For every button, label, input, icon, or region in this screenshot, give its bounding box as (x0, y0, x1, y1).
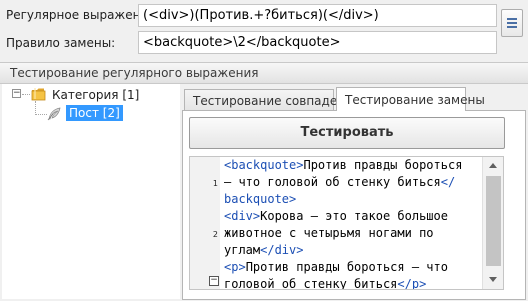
tree-view[interactable]: − Категория [1] Пост [2] (2, 84, 180, 299)
test-button[interactable]: Тестировать (189, 117, 505, 149)
collapse-toggle-icon[interactable]: − (12, 89, 21, 98)
vertical-scrollbar[interactable] (482, 157, 503, 289)
tab-match-testing[interactable]: Тестирование совпадений (184, 89, 361, 111)
list-icon-line (507, 22, 517, 24)
code-text: Против правды бороться – что (245, 260, 448, 274)
code-line: <p>Против правды бороться – что (224, 259, 482, 276)
replace-input[interactable]: <backquote>\2</backquote> (138, 31, 497, 54)
code-tag: </ (440, 175, 456, 189)
group-header: Тестирование регулярного выражения (0, 62, 528, 84)
replace-label: Правило замены: (6, 36, 116, 50)
scroll-thumb[interactable] (486, 176, 501, 266)
code-text: животное с четырьмя ногами по (224, 226, 434, 240)
result-editor[interactable]: 1 2 − <backquote>Против правды бороться … (189, 156, 504, 290)
tab-panel: Тестировать 1 2 − <backquote>Против прав… (182, 110, 526, 300)
regex-label: Регулярное выражение: (6, 8, 160, 22)
group-title: Тестирование регулярного выражения (10, 66, 259, 80)
code-line: <backquote>Против правды бороться (224, 157, 482, 174)
options-button[interactable] (501, 9, 523, 37)
tree-connector (22, 94, 30, 95)
tree-connector (35, 101, 36, 115)
code-text: Корова – это такое большое (260, 209, 448, 223)
list-icon-line (507, 26, 517, 28)
code-tag: </div> (260, 243, 304, 257)
tree-node-category[interactable]: Категория [1] (52, 88, 139, 102)
fold-toggle-icon[interactable]: − (209, 276, 219, 286)
code-text: Против правды бороться (303, 158, 463, 172)
regex-input[interactable]: (<div>)(Против.+?биться)(</div>) (138, 4, 497, 27)
scroll-down-icon[interactable] (489, 277, 497, 282)
line-number: 1 (212, 179, 218, 188)
tab-replace-testing[interactable]: Тестирование замены (336, 87, 485, 111)
tree-node-post[interactable]: Пост [2] (66, 105, 123, 121)
code-text: углам (224, 243, 261, 257)
code-line: животное с четырьмя ногами по (224, 225, 482, 242)
code-tag: <backquote> (224, 158, 304, 172)
code-tag: <p> (224, 260, 246, 274)
line-number: 2 (212, 230, 218, 239)
folder-icon (31, 88, 46, 101)
code-line: <div>Корова – это такое большое (224, 208, 482, 225)
scroll-up-icon[interactable] (489, 163, 497, 168)
tab-bar: Тестирование совпадений Тестирование зам… (184, 87, 526, 111)
code-tag: backquote> (224, 192, 297, 206)
code-line: – что головой об стенку биться</ (224, 174, 482, 191)
code-line: углам</div> (224, 242, 482, 259)
code-text: головой об стенку биться (224, 277, 398, 290)
code-line: головой об стенку биться</p> (224, 276, 482, 290)
code-tag: <div> (224, 209, 261, 223)
feather-icon (47, 107, 61, 121)
code-text: – что головой об стенку биться (224, 175, 441, 189)
code-line: backquote> (224, 191, 482, 208)
code-area[interactable]: <backquote>Против правды бороться – что … (224, 157, 482, 290)
list-icon (507, 18, 517, 20)
line-gutter: 1 2 − (190, 157, 220, 289)
code-tag: </p> (397, 277, 427, 290)
